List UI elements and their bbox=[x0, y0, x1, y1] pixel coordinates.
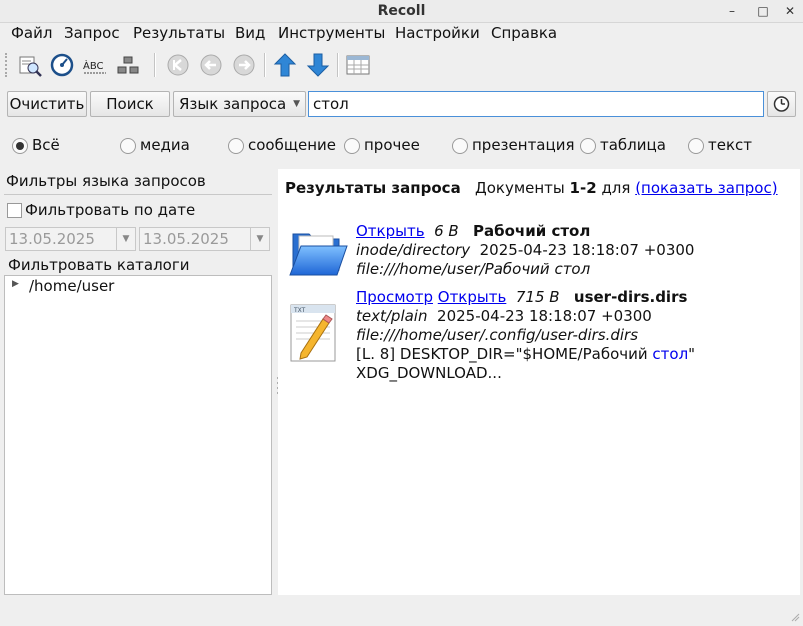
result-size: 6 B bbox=[434, 222, 459, 240]
snippet-match: стол bbox=[652, 345, 689, 363]
result-2-line-2: text/plain 2025-04-23 18:18:07 +0300 bbox=[356, 307, 652, 325]
svg-text:TXT: TXT bbox=[293, 307, 306, 314]
minimize-button[interactable]: – bbox=[723, 2, 741, 20]
result-name: Рабочий стол bbox=[473, 222, 591, 240]
tree-item-home[interactable]: /home/user bbox=[29, 277, 114, 295]
category-label-all: Всё bbox=[32, 136, 60, 154]
result-1-line-1: Открыть 6 B Рабочий стол bbox=[356, 222, 590, 240]
menu-tools[interactable]: Инструменты bbox=[278, 24, 385, 42]
date-from-field[interactable]: 13.05.2025 ▼ bbox=[5, 227, 136, 251]
query-mode-label: Язык запроса bbox=[179, 95, 287, 113]
for-word: для bbox=[601, 179, 631, 197]
menu-results[interactable]: Результаты bbox=[133, 24, 225, 42]
preview-link[interactable]: Просмотр bbox=[356, 288, 433, 306]
toolbar-handle[interactable] bbox=[5, 53, 10, 77]
toolbar-separator bbox=[337, 53, 339, 77]
first-page-icon[interactable] bbox=[164, 51, 192, 79]
index-gauge-icon[interactable] bbox=[48, 51, 76, 79]
date-filter-label: Фильтровать по дате bbox=[25, 201, 196, 219]
table-view-icon[interactable] bbox=[344, 51, 372, 79]
result-url: file:///home/user/Рабочий стол bbox=[356, 260, 591, 278]
menu-help[interactable]: Справка bbox=[491, 24, 557, 42]
menu-file[interactable]: Файл bbox=[11, 24, 52, 42]
status-bar bbox=[0, 598, 803, 624]
result-mime: inode/directory bbox=[356, 241, 471, 259]
resize-grip-icon[interactable] bbox=[790, 608, 800, 622]
snippet-text: [L. 8] DESKTOP_DIR="$HOME/Рабочий bbox=[356, 345, 653, 363]
show-query-link[interactable]: (показать запрос) bbox=[635, 179, 777, 197]
category-label-text: текст bbox=[708, 136, 753, 154]
menu-view[interactable]: Вид bbox=[235, 24, 265, 42]
directory-tree[interactable] bbox=[4, 275, 272, 595]
svg-text:ÀBC: ÀBC bbox=[83, 59, 104, 72]
category-label-message: сообщение bbox=[248, 136, 336, 154]
divider bbox=[4, 194, 272, 195]
date-from-value: 13.05.2025 bbox=[9, 230, 95, 248]
result-size: 715 B bbox=[515, 288, 560, 306]
category-label-media: медиа bbox=[140, 136, 190, 154]
query-mode-select[interactable]: Язык запроса ▼ bbox=[173, 91, 306, 117]
snippet-text-end: " bbox=[688, 345, 696, 363]
category-radio-spreadsheet[interactable] bbox=[580, 138, 596, 154]
chevron-down-icon[interactable]: ▼ bbox=[116, 228, 135, 250]
maximize-button[interactable]: □ bbox=[754, 2, 772, 20]
history-button[interactable] bbox=[767, 91, 796, 117]
category-label-spreadsheet: таблица bbox=[600, 136, 666, 154]
hierarchy-icon[interactable] bbox=[114, 51, 142, 79]
result-url: file:///home/user/.config/user-dirs.dirs bbox=[356, 326, 639, 344]
expand-arrow-icon[interactable]: ▶ bbox=[12, 279, 19, 289]
next-page-icon[interactable] bbox=[230, 51, 258, 79]
toolbar-separator bbox=[154, 53, 156, 77]
result-date: 2025-04-23 18:18:07 +0300 bbox=[479, 241, 695, 259]
chevron-down-icon: ▼ bbox=[293, 99, 300, 109]
result-name: user-dirs.dirs bbox=[573, 288, 688, 306]
category-radio-all[interactable] bbox=[12, 138, 28, 154]
result-snippet: [L. 8] DESKTOP_DIR="$HOME/Рабочий стол" bbox=[356, 345, 695, 363]
category-radio-other[interactable] bbox=[344, 138, 360, 154]
result-date: 2025-04-23 18:18:07 +0300 bbox=[437, 307, 652, 325]
results-range: 1-2 bbox=[569, 179, 597, 197]
menu-settings[interactable]: Настройки bbox=[395, 24, 480, 42]
dirs-filter-header: Фильтровать каталоги bbox=[8, 256, 190, 274]
close-button[interactable]: ✕ bbox=[781, 2, 799, 20]
search-tool-icon[interactable] bbox=[16, 51, 44, 79]
docs-prefix: Документы bbox=[475, 179, 565, 197]
results-header: Результаты запроса Документы 1-2 для (по… bbox=[285, 179, 778, 197]
search-input[interactable]: стол bbox=[308, 91, 764, 117]
open-link[interactable]: Открыть bbox=[356, 222, 425, 240]
open-link[interactable]: Открыть bbox=[438, 288, 507, 306]
category-radio-message[interactable] bbox=[228, 138, 244, 154]
clock-icon bbox=[773, 96, 790, 112]
chevron-down-icon[interactable]: ▼ bbox=[250, 228, 269, 250]
clear-button[interactable]: Очистить bbox=[7, 91, 87, 117]
category-radio-presentation[interactable] bbox=[452, 138, 468, 154]
sort-up-icon[interactable] bbox=[271, 51, 299, 79]
prev-page-icon[interactable] bbox=[197, 51, 225, 79]
window-title: Recoll bbox=[377, 3, 426, 19]
category-label-other: прочее bbox=[364, 136, 420, 154]
toolbar-separator bbox=[264, 53, 266, 77]
date-to-value: 13.05.2025 bbox=[143, 230, 229, 248]
snippet-line-2: XDG_DOWNLOAD... bbox=[356, 364, 502, 382]
results-title: Результаты запроса bbox=[285, 179, 461, 197]
result-mime: text/plain bbox=[356, 307, 428, 325]
text-file-icon: TXT bbox=[287, 301, 349, 365]
date-to-field[interactable]: 13.05.2025 ▼ bbox=[139, 227, 270, 251]
category-radio-media[interactable] bbox=[120, 138, 136, 154]
menu-query[interactable]: Запрос bbox=[64, 24, 120, 42]
category-label-presentation: презентация bbox=[472, 136, 575, 154]
filters-header: Фильтры языка запросов bbox=[6, 172, 206, 190]
result-1-line-2: inode/directory 2025-04-23 18:18:07 +030… bbox=[356, 241, 694, 259]
date-filter-checkbox[interactable] bbox=[7, 203, 22, 218]
folder-icon bbox=[287, 220, 349, 282]
search-button[interactable]: Поиск bbox=[90, 91, 170, 117]
category-radio-text[interactable] bbox=[688, 138, 704, 154]
spelling-icon[interactable]: ÀBC bbox=[81, 51, 109, 79]
result-2-line-1: Просмотр Открыть 715 B user-dirs.dirs bbox=[356, 288, 687, 306]
sort-down-icon[interactable] bbox=[304, 51, 332, 79]
